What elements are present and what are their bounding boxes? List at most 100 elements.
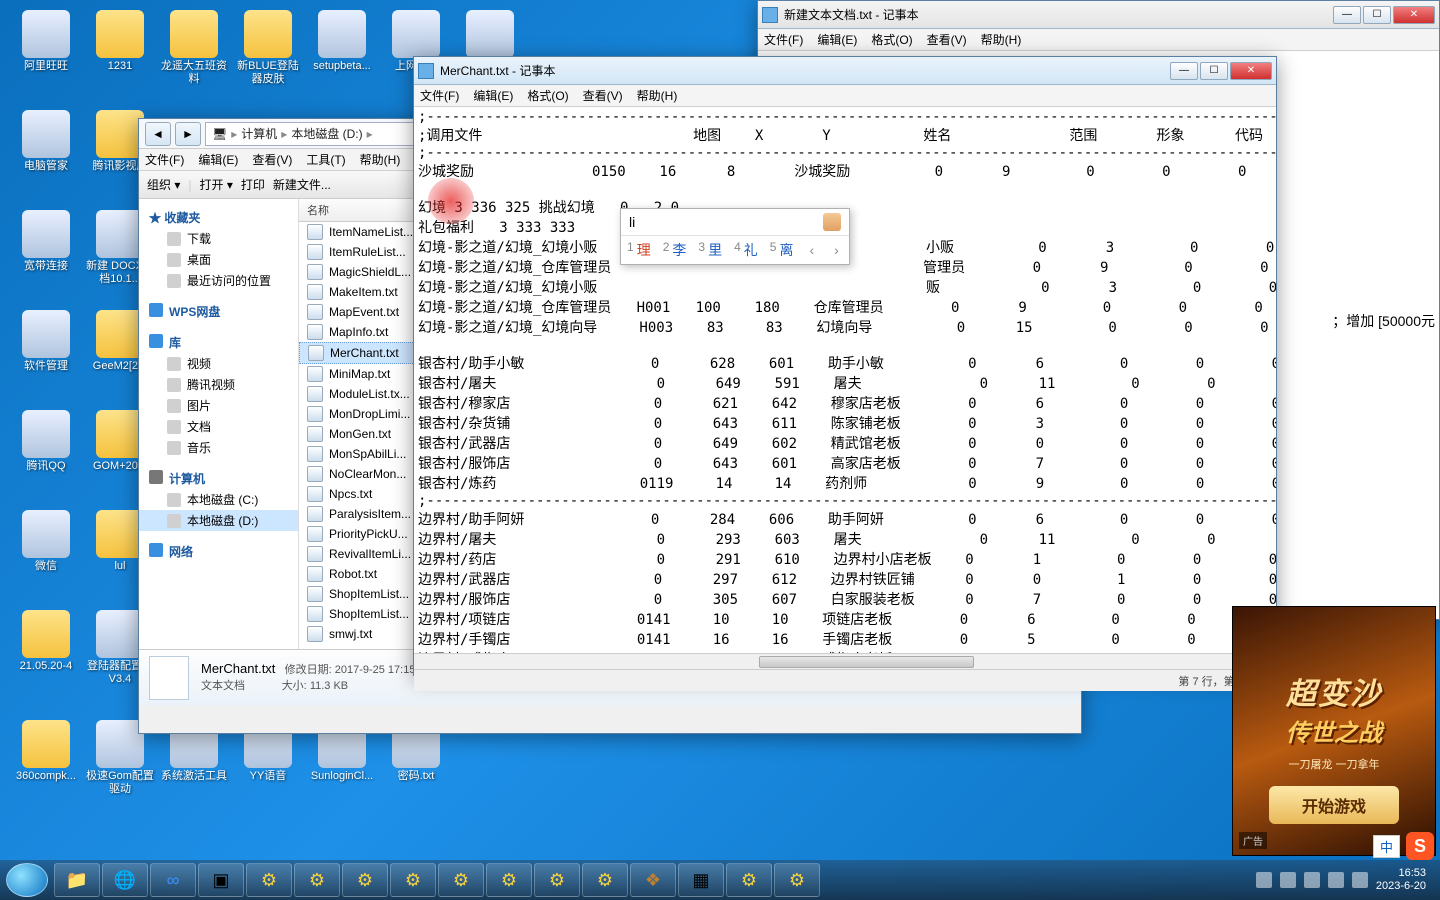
desktop-icon[interactable]: 新BLUE登陆器皮肤 — [232, 10, 304, 86]
task-browser[interactable]: 🌐 — [102, 863, 148, 897]
sidebar-item[interactable]: 本地磁盘 (D:) — [139, 510, 298, 531]
task-pin-1[interactable]: ⚙ — [246, 863, 292, 897]
minimize-button[interactable]: — — [1170, 62, 1198, 80]
task-baidu[interactable]: ∞ — [150, 863, 196, 897]
sidebar-item[interactable]: 视频 — [139, 353, 298, 374]
back-button[interactable]: ◄ — [145, 122, 171, 146]
tray-icon[interactable] — [1304, 872, 1320, 888]
desktop-icon[interactable]: 360compk... — [10, 720, 82, 783]
sidebar-item[interactable]: 音乐 — [139, 437, 298, 458]
window-titlebar[interactable]: MerChant.txt - 记事本 — ☐ ✕ — [414, 57, 1276, 85]
tray-volume-icon[interactable] — [1352, 872, 1368, 888]
task-explorer[interactable]: 📁 — [54, 863, 100, 897]
maximize-button[interactable]: ☐ — [1200, 62, 1228, 80]
ime-candidate[interactable]: 4礼 — [734, 240, 758, 260]
system-tray[interactable]: 16:532023-6-20 — [1248, 867, 1434, 893]
task-pin-8[interactable]: ⚙ — [582, 863, 628, 897]
menu-item[interactable]: 文件(F) — [145, 151, 184, 168]
menu-item[interactable]: 编辑(E) — [817, 31, 857, 48]
ime-lang-indicator[interactable]: 中 — [1373, 835, 1400, 858]
menu-item[interactable]: 工具(T) — [306, 151, 345, 168]
ime-candidate[interactable]: 1理 — [627, 240, 651, 260]
sidebar-item[interactable]: 腾讯视频 — [139, 374, 298, 395]
task-pin-3[interactable]: ⚙ — [342, 863, 388, 897]
window-titlebar[interactable]: 新建文本文档.txt - 记事本 — ☐ ✕ — [758, 1, 1439, 29]
icon-label: 微信 — [10, 560, 82, 573]
sidebar-item[interactable]: 文档 — [139, 416, 298, 437]
menu-item[interactable]: 编辑(E) — [198, 151, 238, 168]
taskbar[interactable]: 📁 🌐 ∞ ▣ ⚙ ⚙ ⚙ ⚙ ⚙ ⚙ ⚙ ⚙ ❖ ▦ ⚙ ⚙ 16:53202… — [0, 860, 1440, 900]
newfolder-button[interactable]: 新建文件... — [273, 176, 331, 193]
desktop-icon[interactable]: 腾讯QQ — [10, 410, 82, 473]
desktop-icon[interactable]: 电脑管家 — [10, 110, 82, 173]
close-button[interactable]: ✕ — [1230, 62, 1272, 80]
maximize-button[interactable]: ☐ — [1363, 6, 1391, 24]
task-pin-6[interactable]: ⚙ — [486, 863, 532, 897]
desktop-icon[interactable]: 阿里旺旺 — [10, 10, 82, 73]
menu-item[interactable]: 查看(V) — [252, 151, 292, 168]
start-button[interactable] — [6, 863, 48, 897]
ad-start-button[interactable]: 开始游戏 — [1269, 786, 1399, 824]
tray-network-icon[interactable] — [1328, 872, 1344, 888]
ime-next-page[interactable]: › — [830, 242, 843, 258]
task-pin-7[interactable]: ⚙ — [534, 863, 580, 897]
task-pin-4[interactable]: ⚙ — [390, 863, 436, 897]
open-button[interactable]: 打开 ▾ — [199, 176, 232, 193]
desktop-icon[interactable]: 21.05.20-4 — [10, 610, 82, 673]
menu-item[interactable]: 帮助(H) — [360, 151, 401, 168]
task-pin-11[interactable]: ⚙ — [726, 863, 772, 897]
sidebar-item[interactable]: 桌面 — [139, 249, 298, 270]
desktop-icon[interactable]: 微信 — [10, 510, 82, 573]
organize-button[interactable]: 组织 ▾ — [147, 176, 180, 193]
network-header[interactable]: 网络 — [139, 541, 298, 562]
favorites-header[interactable]: ★ 收藏夹 — [139, 207, 298, 228]
file-icon — [307, 386, 323, 402]
ime-candidate[interactable]: 2李 — [663, 240, 687, 260]
desktop-icon[interactable]: 1231 — [84, 10, 156, 73]
menu-item[interactable]: 格式(O) — [527, 87, 568, 104]
sidebar-item[interactable]: 下载 — [139, 228, 298, 249]
task-pin-2[interactable]: ⚙ — [294, 863, 340, 897]
notepad-icon — [418, 63, 434, 79]
horizontal-scrollbar[interactable] — [414, 653, 1276, 669]
menu-item[interactable]: 文件(F) — [764, 31, 803, 48]
task-pin-10[interactable]: ▦ — [678, 863, 724, 897]
task-pin-9[interactable]: ❖ — [630, 863, 676, 897]
file-icon — [307, 546, 323, 562]
sidebar-item[interactable]: 最近访问的位置 — [139, 270, 298, 291]
sidebar-item[interactable]: 图片 — [139, 395, 298, 416]
sidebar-item[interactable]: 本地磁盘 (C:) — [139, 489, 298, 510]
library-header[interactable]: 库 — [139, 332, 298, 353]
ime-candidate[interactable]: 5离 — [770, 240, 794, 260]
minimize-button[interactable]: — — [1333, 6, 1361, 24]
desktop-icon[interactable]: 软件管理 — [10, 310, 82, 373]
sogou-ime-icon[interactable]: S — [1406, 832, 1434, 860]
tray-icon[interactable] — [1256, 872, 1272, 888]
task-pin-5[interactable]: ⚙ — [438, 863, 484, 897]
desktop-icon[interactable]: 龙遥大五班资料 — [158, 10, 230, 86]
task-pin-12[interactable]: ⚙ — [774, 863, 820, 897]
print-button[interactable]: 打印 — [241, 176, 265, 193]
advertisement[interactable]: 超变沙 传世之战 一刀屠龙 一刀拿年 开始游戏 广告 — [1232, 606, 1436, 856]
menu-item[interactable]: 文件(F) — [420, 87, 459, 104]
wps-header[interactable]: WPS网盘 — [139, 301, 298, 322]
close-button[interactable]: ✕ — [1393, 6, 1435, 24]
ime-candidate-window[interactable]: li 1理2李3里4礼5离‹ › — [620, 208, 850, 265]
menu-item[interactable]: 帮助(H) — [981, 31, 1022, 48]
ime-candidate[interactable]: 3里 — [698, 240, 722, 260]
clock[interactable]: 16:532023-6-20 — [1376, 867, 1426, 893]
icon-image — [318, 10, 366, 58]
tray-icon[interactable] — [1280, 872, 1296, 888]
menu-item[interactable]: 查看(V) — [583, 87, 623, 104]
computer-header[interactable]: 计算机 — [139, 468, 298, 489]
menu-item[interactable]: 帮助(H) — [637, 87, 678, 104]
menu-item[interactable]: 查看(V) — [927, 31, 967, 48]
ime-prev-page[interactable]: ‹ — [805, 242, 818, 258]
task-app[interactable]: ▣ — [198, 863, 244, 897]
desktop-icon[interactable]: 宽带连接 — [10, 210, 82, 273]
desktop-icon[interactable]: setupbeta... — [306, 10, 378, 73]
menu-item[interactable]: 格式(O) — [871, 31, 912, 48]
text-area[interactable]: ;---------------------------------------… — [414, 107, 1276, 653]
forward-button[interactable]: ► — [175, 122, 201, 146]
menu-item[interactable]: 编辑(E) — [473, 87, 513, 104]
